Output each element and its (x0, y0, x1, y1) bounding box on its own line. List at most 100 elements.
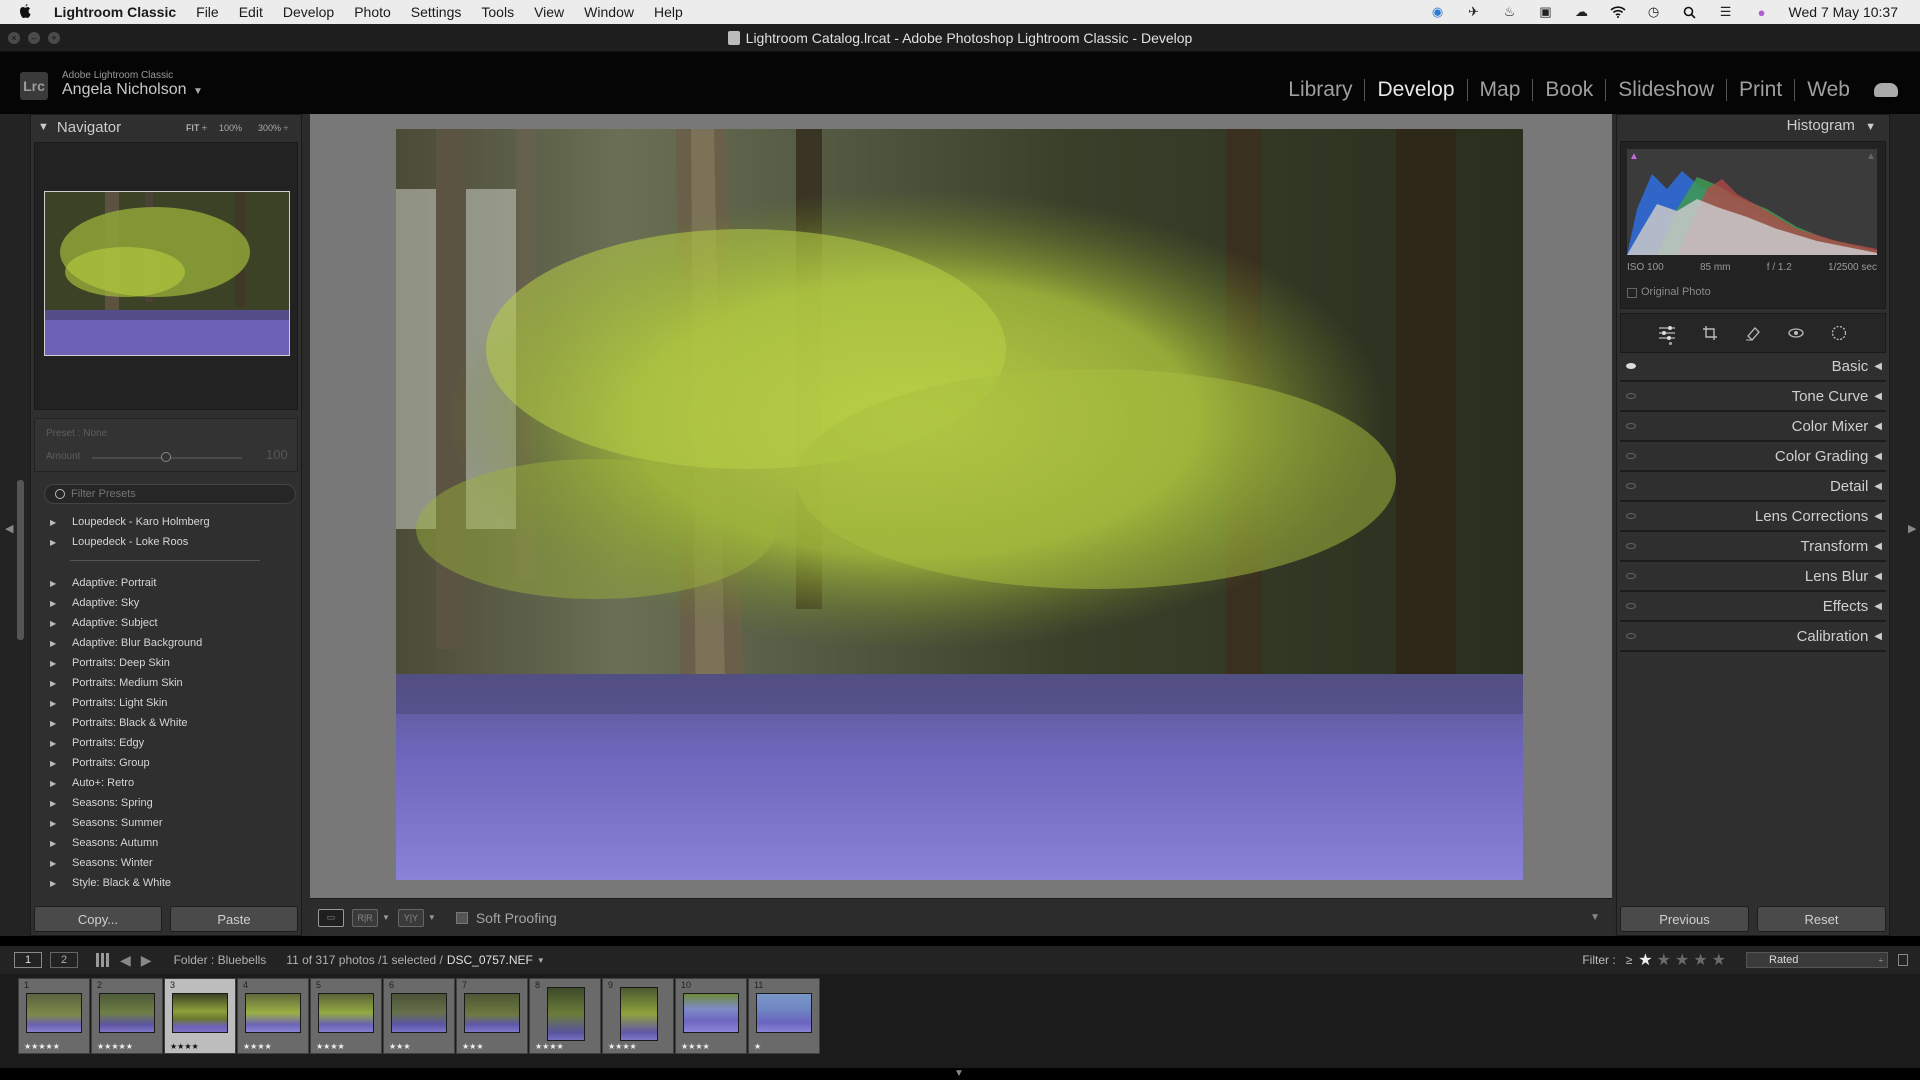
menu-settings[interactable]: Settings (411, 4, 462, 20)
expand-triangle-icon[interactable]: ▶ (50, 719, 72, 728)
filmstrip-cell[interactable]: 10 ★★★★ (675, 978, 747, 1054)
toolbar-menu-chevron-icon[interactable]: ▼ (1590, 912, 1600, 923)
filmstrip-cell[interactable]: 9 ★★★★ (602, 978, 674, 1054)
photo-thumbnail[interactable] (683, 993, 739, 1033)
panel-effects[interactable]: Effects ◀ (1620, 592, 1886, 622)
filter-star-icon[interactable]: ★ (1675, 950, 1689, 970)
preset-group-item[interactable]: ▶ Auto+: Retro (50, 773, 290, 793)
preset-group-item[interactable]: ▶ Adaptive: Subject (50, 613, 290, 633)
filter-presets-input[interactable] (71, 488, 271, 500)
apple-icon[interactable] (18, 0, 40, 24)
control-center-icon[interactable]: ☰ (1717, 4, 1735, 20)
expand-triangle-icon[interactable]: ▶ (50, 779, 72, 788)
shadow-clipping-icon[interactable]: ▲ (1629, 151, 1639, 162)
crop-icon[interactable] (1700, 323, 1720, 343)
time-machine-icon[interactable]: ◷ (1645, 4, 1663, 20)
bird-status-icon[interactable]: ✈ (1465, 4, 1483, 20)
highlight-clipping-icon[interactable]: ▲ (1866, 151, 1876, 162)
photo-thumbnail[interactable] (245, 993, 301, 1033)
photo-thumbnail[interactable] (172, 993, 228, 1033)
close-window-icon[interactable]: × (8, 32, 20, 44)
menu-file[interactable]: File (196, 4, 219, 20)
eye-icon[interactable] (1626, 393, 1636, 399)
user-name[interactable]: Angela Nicholson (62, 81, 187, 99)
expand-triangle-icon[interactable]: ◀ (1874, 571, 1882, 582)
zoom-300[interactable]: 300% ÷ (258, 123, 288, 133)
preset-group-item[interactable]: ▶ Loupedeck - Loke Roos (50, 532, 290, 552)
menu-window[interactable]: Window (584, 4, 634, 20)
preset-group-item[interactable]: ▶ Loupedeck - Karo Holmberg (50, 512, 290, 532)
filmstrip-toggle-icon[interactable]: ▼ (954, 1068, 964, 1079)
filmstrip-cell[interactable]: 1 ★★★★★ (18, 978, 90, 1054)
photo-thumbnail[interactable] (99, 993, 155, 1033)
eye-icon[interactable] (1626, 513, 1636, 519)
filmstrip-cell[interactable]: 7 ★★★ (456, 978, 528, 1054)
panel-color-grading[interactable]: Color Grading ◀ (1620, 442, 1886, 472)
panel-transform[interactable]: Transform ◀ (1620, 532, 1886, 562)
module-book[interactable]: Book (1533, 78, 1605, 102)
photo-thumbnail[interactable] (391, 993, 447, 1033)
menu-help[interactable]: Help (654, 4, 683, 20)
expand-triangle-icon[interactable]: ▶ (50, 839, 72, 848)
filter-presets-field[interactable] (44, 484, 296, 504)
wifi-icon[interactable] (1609, 4, 1627, 20)
finder-status-icon[interactable]: ◉ (1429, 4, 1447, 20)
expand-triangle-icon[interactable]: ◀ (1874, 391, 1882, 402)
preset-group-item[interactable]: ▶ Portraits: Black & White (50, 713, 290, 733)
expand-triangle-icon[interactable]: ▶ (50, 639, 72, 648)
menu-view[interactable]: View (534, 4, 564, 20)
expand-triangle-icon[interactable]: ▶ (50, 859, 72, 868)
eye-icon[interactable] (1626, 573, 1636, 579)
preset-amount-slider-thumb[interactable] (161, 452, 171, 462)
preset-group-item[interactable]: ▶ Portraits: Edgy (50, 733, 290, 753)
module-print[interactable]: Print (1727, 78, 1794, 102)
expand-triangle-icon[interactable]: ▶ (50, 799, 72, 808)
grid-view-icon[interactable] (96, 953, 110, 967)
expand-triangle-icon[interactable]: ▶ (50, 518, 72, 527)
display-status-icon[interactable]: ▣ (1537, 4, 1555, 20)
expand-triangle-icon[interactable]: ◀ (1874, 361, 1882, 372)
healing-icon[interactable] (1743, 323, 1763, 343)
eye-icon[interactable] (1626, 543, 1636, 549)
spotlight-search-icon[interactable] (1681, 4, 1699, 20)
histogram-graph[interactable] (1627, 149, 1877, 255)
expand-triangle-icon[interactable]: ◀ (1874, 421, 1882, 432)
chevron-down-icon[interactable]: ▼ (537, 956, 545, 965)
preset-group-item[interactable]: ▶ Seasons: Autumn (50, 833, 290, 853)
expand-triangle-icon[interactable]: ▶ (50, 699, 72, 708)
zoom-100[interactable]: 100% (219, 123, 242, 133)
expand-triangle-icon[interactable]: ▶ (50, 819, 72, 828)
preset-amount-value[interactable]: 100 (266, 447, 288, 462)
expand-triangle-icon[interactable]: ◀ (1874, 631, 1882, 642)
expand-triangle-icon[interactable]: ◀ (1874, 451, 1882, 462)
preset-group-item[interactable]: ▶ Seasons: Winter (50, 853, 290, 873)
expand-triangle-icon[interactable]: ▶ (50, 619, 72, 628)
forward-arrow-icon[interactable]: ▶ (141, 952, 152, 969)
zoom-fit[interactable]: FIT ÷ (186, 123, 207, 133)
preset-group-item[interactable]: ▶ Style: Black & White (50, 873, 290, 893)
filmstrip-cell[interactable]: 6 ★★★ (383, 978, 455, 1054)
filter-star-icon[interactable]: ★ (1712, 950, 1726, 970)
preset-group-item[interactable]: ▶ Seasons: Summer (50, 813, 290, 833)
photo-thumbnail[interactable] (26, 993, 82, 1033)
menu-app-name[interactable]: Lightroom Classic (54, 4, 176, 20)
module-map[interactable]: Map (1468, 78, 1533, 102)
menu-develop[interactable]: Develop (283, 4, 334, 20)
expand-triangle-icon[interactable]: ▶ (50, 739, 72, 748)
filmstrip-source[interactable]: Folder : Bluebells (174, 953, 267, 967)
expand-triangle-icon[interactable]: ◀ (1874, 601, 1882, 612)
cloud-sync-icon[interactable] (1874, 83, 1898, 97)
main-window-button[interactable]: 1 (14, 952, 42, 968)
filter-star-icon[interactable]: ★ (1657, 950, 1671, 970)
reset-button[interactable]: Reset (1757, 906, 1886, 932)
original-photo-checkbox[interactable] (1627, 288, 1637, 298)
photo-thumbnail[interactable] (620, 987, 658, 1041)
module-library[interactable]: Library (1276, 78, 1364, 102)
preset-group-item[interactable]: ▶ Portraits: Medium Skin (50, 673, 290, 693)
filmstrip-filename[interactable]: DSC_0757.NEF (447, 953, 533, 967)
collapse-triangle-icon[interactable]: ▼ (38, 121, 49, 133)
menu-tools[interactable]: Tools (481, 4, 514, 20)
histogram-header[interactable]: Histogram ▼ (1620, 117, 1884, 134)
main-photo[interactable] (396, 129, 1523, 880)
menubar-clock[interactable]: Wed 7 May 10:37 (1789, 4, 1898, 20)
